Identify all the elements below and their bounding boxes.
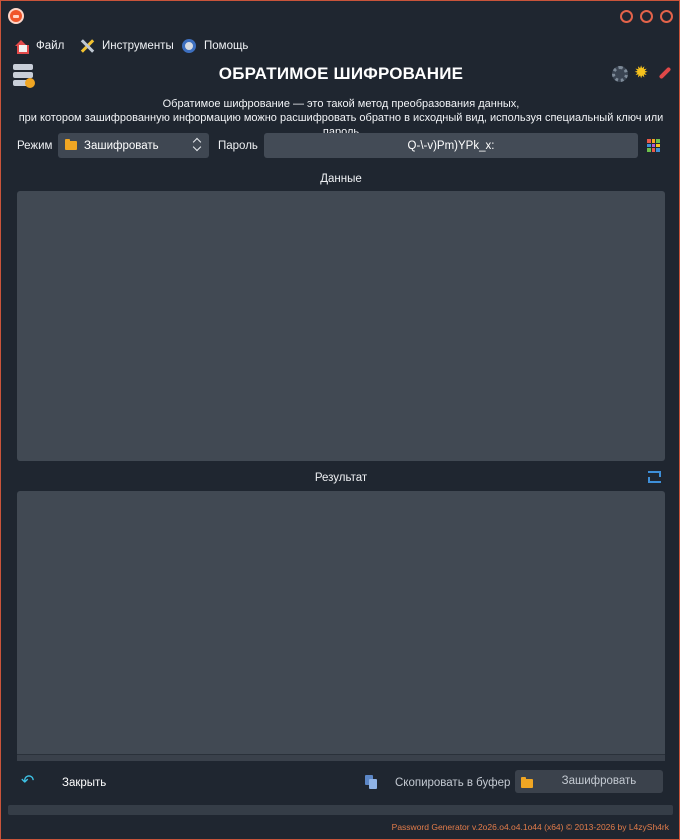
menu-tools-label: Инструменты bbox=[102, 40, 174, 52]
pin-icon[interactable] bbox=[656, 66, 672, 82]
menu-bar: Файл Инструменты Помощь bbox=[1, 35, 679, 57]
data-input[interactable] bbox=[17, 191, 665, 461]
tools-icon bbox=[80, 39, 94, 53]
folder-icon bbox=[65, 139, 77, 150]
app-logo-icon bbox=[8, 8, 24, 24]
encrypt-button-label: Зашифровать bbox=[561, 775, 637, 787]
maximize-icon[interactable] bbox=[640, 10, 653, 23]
menu-help-label: Помощь bbox=[204, 40, 249, 52]
result-output[interactable] bbox=[17, 491, 665, 754]
close-button[interactable]: Закрыть bbox=[62, 777, 106, 789]
generate-password-icon[interactable] bbox=[647, 139, 660, 152]
menu-tools[interactable]: Инструменты bbox=[80, 35, 174, 57]
title-bar bbox=[1, 1, 679, 31]
data-label: Данные bbox=[320, 173, 362, 185]
footer-version: Password Generator v.2o26.o4.o4.1o44 (x6… bbox=[391, 822, 669, 832]
mode-value: Зашифровать bbox=[84, 139, 159, 152]
lifebuoy-icon bbox=[182, 39, 196, 53]
chevron-updown-icon bbox=[192, 137, 202, 153]
minimize-icon[interactable] bbox=[620, 10, 633, 23]
page-title: ОБРАТИМОЕ ШИФРОВАНИЕ bbox=[218, 64, 464, 83]
password-label: Пароль bbox=[218, 140, 258, 152]
theme-sun-icon[interactable] bbox=[634, 63, 650, 83]
home-icon bbox=[14, 39, 29, 54]
status-bar bbox=[8, 805, 673, 815]
app-window: Файл Инструменты Помощь ОБРАТИМОЕ ШИФРОВ… bbox=[0, 0, 680, 840]
encrypt-button[interactable]: Зашифровать bbox=[515, 770, 663, 793]
swap-icon[interactable] bbox=[647, 470, 661, 484]
result-horizontal-scrollbar[interactable] bbox=[17, 754, 665, 761]
description-line-1: Обратимое шифрование — это такой метод п… bbox=[162, 98, 520, 110]
gear-icon[interactable] bbox=[612, 66, 628, 82]
close-window-icon[interactable] bbox=[660, 10, 673, 23]
mode-select[interactable]: Зашифровать bbox=[58, 133, 209, 158]
copy-to-clipboard-button[interactable]: Скопировать в буфер bbox=[395, 777, 510, 789]
menu-file[interactable]: Файл bbox=[14, 35, 64, 57]
password-field[interactable] bbox=[264, 133, 638, 158]
mode-label: Режим bbox=[17, 140, 53, 152]
back-arrow-icon[interactable] bbox=[21, 771, 35, 790]
menu-help[interactable]: Помощь bbox=[182, 35, 248, 57]
result-label: Результат bbox=[314, 472, 368, 484]
copy-icon[interactable] bbox=[365, 775, 377, 789]
menu-file-label: Файл bbox=[36, 40, 65, 52]
